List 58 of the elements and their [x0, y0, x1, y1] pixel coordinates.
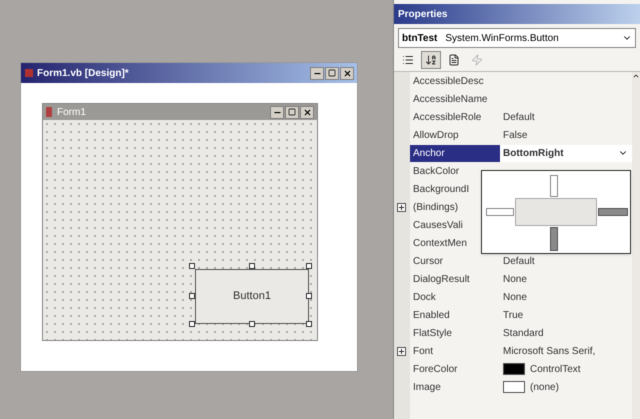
- selection-handle[interactable]: [189, 263, 195, 269]
- property-name[interactable]: FlatStyle: [410, 324, 500, 342]
- scroll-up-icon[interactable]: [632, 72, 640, 80]
- selection-handle[interactable]: [189, 321, 195, 327]
- window-title: Form1.vb [Design]*: [37, 66, 129, 80]
- selection-handle[interactable]: [249, 321, 255, 327]
- property-value[interactable]: Default: [503, 110, 628, 124]
- property-name[interactable]: DialogResult: [410, 270, 500, 288]
- property-value[interactable]: Standard: [503, 326, 628, 340]
- selection-handle[interactable]: [306, 321, 312, 327]
- close-button[interactable]: [340, 66, 354, 80]
- maximize-button[interactable]: [325, 66, 339, 80]
- selection-handle[interactable]: [249, 263, 255, 269]
- property-value[interactable]: None: [503, 290, 628, 304]
- form-button[interactable]: Button1: [195, 269, 309, 324]
- property-name[interactable]: Font: [410, 342, 500, 360]
- maximize-icon: [288, 108, 296, 116]
- anchor-left-bar[interactable]: [486, 208, 514, 216]
- property-name[interactable]: Image: [410, 378, 500, 396]
- close-button[interactable]: [300, 106, 314, 118]
- selection-handle[interactable]: [306, 263, 312, 269]
- minimize-button[interactable]: [270, 106, 284, 118]
- property-value[interactable]: True: [503, 308, 628, 322]
- object-type: System.WinForms.Button: [445, 32, 560, 46]
- object-name: btnTest: [402, 32, 438, 46]
- alphabetic-tool-button[interactable]: [421, 50, 441, 68]
- property-name[interactable]: Dock: [410, 288, 500, 306]
- property-value[interactable]: Microsoft Sans Serif,: [503, 344, 628, 358]
- property-name[interactable]: ForeColor: [410, 360, 500, 378]
- property-value[interactable]: (none): [530, 380, 628, 394]
- property-value[interactable]: None: [503, 272, 628, 286]
- alphabetic-icon: [425, 54, 437, 66]
- form-title: Form1: [57, 106, 86, 120]
- app-icon: [24, 68, 34, 78]
- property-value[interactable]: Default: [503, 254, 628, 268]
- pages-icon: [448, 54, 460, 66]
- object-selector[interactable]: btnTest System.WinForms.Button: [398, 28, 636, 48]
- property-name[interactable]: Cursor: [410, 252, 500, 270]
- property-name[interactable]: AccessibleDesc: [410, 72, 500, 90]
- property-value[interactable]: False: [503, 128, 628, 142]
- maximize-button[interactable]: [285, 106, 299, 118]
- property-value[interactable]: ControlText: [530, 362, 628, 376]
- form-icon: [46, 107, 54, 117]
- property-name[interactable]: AllowDrop: [410, 126, 500, 144]
- panel-title: Properties: [398, 8, 448, 22]
- selection-handle[interactable]: [306, 293, 312, 299]
- maximize-icon: [328, 69, 336, 77]
- property-name[interactable]: AccessibleName: [410, 90, 500, 108]
- minimize-button[interactable]: [310, 66, 324, 80]
- property-name[interactable]: AccessibleRole: [410, 108, 500, 126]
- selection-handle[interactable]: [189, 293, 195, 299]
- property-name[interactable]: Anchor: [410, 144, 500, 162]
- close-icon: [342, 68, 352, 78]
- events-icon: [471, 54, 483, 66]
- scrollbar[interactable]: [632, 72, 640, 419]
- anchor-top-bar[interactable]: [550, 175, 558, 197]
- close-icon: [302, 108, 312, 116]
- property-name[interactable]: Enabled: [410, 306, 500, 324]
